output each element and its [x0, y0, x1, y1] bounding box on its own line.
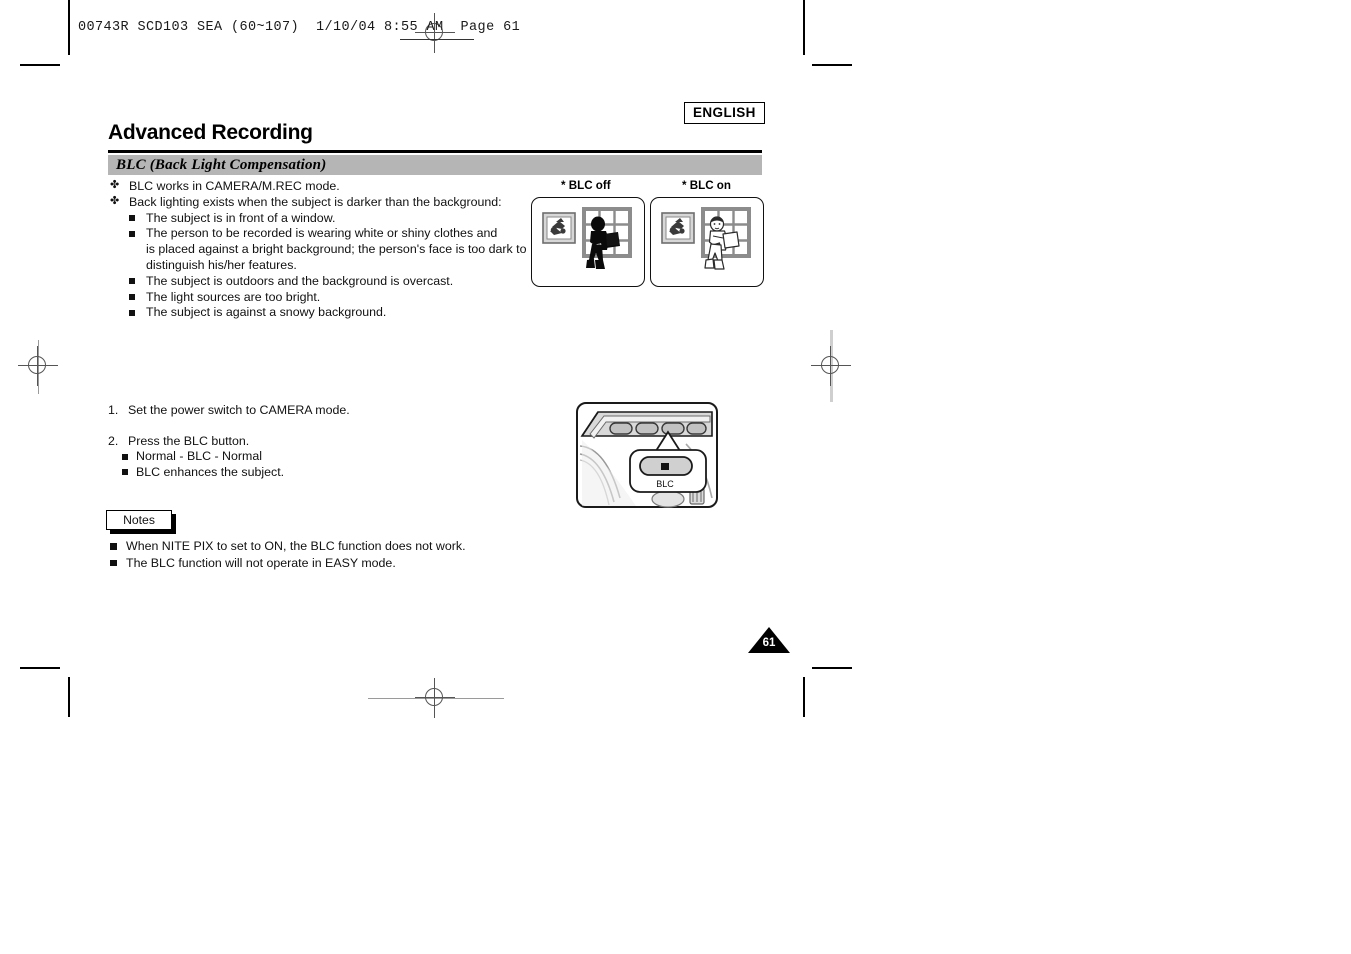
crop-mark-bottom-right-horizontal: [812, 667, 852, 669]
list-item-text: Back lighting exists when the subject is…: [129, 194, 502, 209]
list-item-continuation: is placed against a bright background; t…: [146, 242, 527, 257]
crop-mark-top-left-vertical: [68, 0, 70, 55]
blc-off-caption: * BLC off: [561, 179, 611, 192]
page-title: Advanced Recording: [108, 121, 313, 144]
square-bullet-icon: [129, 309, 135, 316]
section-title: BLC (Back Light Compensation): [116, 157, 327, 173]
notes-list: When NITE PIX to set to ON, the BLC func…: [106, 538, 536, 571]
list-item: The subject is in front of a window.: [108, 211, 538, 227]
list-item: The subject is outdoors and the backgrou…: [108, 274, 538, 290]
clover-bullet-icon: ✤: [110, 194, 120, 207]
list-item-text: BLC enhances the subject.: [136, 464, 285, 479]
registration-mark-left: [18, 346, 58, 386]
page-number-badge: 61: [748, 627, 790, 653]
note-item: The BLC function will not operate in EAS…: [106, 555, 536, 572]
list-item-text: The subject is in front of a window.: [146, 210, 336, 225]
list-item-text: The subject is outdoors and the backgrou…: [146, 273, 454, 288]
square-bullet-icon: [110, 543, 117, 550]
list-item: ✤ Back lighting exists when the subject …: [108, 195, 538, 211]
blc-on-scene-svg: [661, 207, 751, 270]
list-item: ✤ BLC works in CAMERA/M.REC mode.: [108, 179, 538, 195]
step-text: Set the power switch to CAMERA mode.: [128, 403, 350, 417]
section-header-bar: BLC (Back Light Compensation): [108, 155, 762, 175]
blc-off-illustration: [531, 197, 645, 287]
registration-mark-bottom-center: [415, 678, 455, 718]
intro-bullet-list: ✤ BLC works in CAMERA/M.REC mode. ✤ Back…: [108, 179, 538, 321]
list-item: The person to be recorded is wearing whi…: [108, 226, 538, 242]
list-item: The subject is against a snowy backgroun…: [108, 305, 538, 321]
note-item: When NITE PIX to set to ON, the BLC func…: [106, 538, 536, 555]
step-spacer: [108, 418, 528, 433]
note-text: When NITE PIX to set to ON, the BLC func…: [126, 539, 466, 553]
step-number: 2.: [108, 434, 119, 448]
crop-mark-bottom-left-vertical: [68, 677, 70, 717]
step-item: 1. Set the power switch to CAMERA mode.: [108, 402, 528, 418]
blc-on-caption: * BLC on: [682, 179, 731, 192]
square-bullet-icon: [122, 469, 128, 476]
square-bullet-icon: [122, 453, 128, 460]
crop-mark-bottom-right-vertical: [803, 677, 805, 717]
title-divider-rule: [108, 150, 762, 153]
instruction-steps: 1. Set the power switch to CAMERA mode. …: [108, 402, 528, 481]
camera-blc-button-label: BLC: [656, 479, 674, 489]
crop-mark-top-right-vertical: [803, 0, 805, 55]
note-text: The BLC function will not operate in EAS…: [126, 555, 396, 570]
camera-blc-button-diagram: BLC: [576, 402, 718, 508]
square-bullet-icon: [110, 559, 117, 566]
square-bullet-icon: [129, 215, 135, 222]
list-item-text: Normal - BLC - Normal: [136, 449, 262, 463]
blc-off-scene-svg: [542, 207, 632, 269]
clover-bullet-icon: ✤: [110, 179, 120, 191]
list-item: The light sources are too bright.: [108, 290, 538, 306]
notes-label: Notes: [106, 510, 172, 530]
registration-mark-right: [811, 346, 851, 386]
list-item: BLC enhances the subject.: [108, 465, 528, 481]
file-header-text: 00743R SCD103 SEA (60~107) 1/10/04 8:55 …: [78, 20, 521, 35]
camera-diagram-svg: BLC: [576, 402, 718, 508]
crop-mark-bottom-left-horizontal: [20, 667, 60, 669]
list-item-text: The subject is against a snowy backgroun…: [146, 305, 387, 320]
list-item-continuation: distinguish his/her features.: [146, 257, 297, 272]
list-item-text: The person to be recorded is wearing whi…: [146, 226, 498, 241]
list-item-text: BLC works in CAMERA/M.REC mode.: [129, 179, 340, 193]
file-header-rule: [400, 39, 474, 40]
step-number: 1.: [108, 403, 119, 417]
blc-on-illustration: [650, 197, 764, 287]
language-badge: ENGLISH: [684, 102, 765, 124]
step-item: 2. Press the BLC button.: [108, 433, 528, 449]
list-item-text: The light sources are too bright.: [146, 289, 321, 304]
square-bullet-icon: [129, 294, 135, 301]
crop-mark-top-right-horizontal: [812, 64, 852, 66]
square-bullet-icon: [129, 278, 135, 285]
page-number-text: 61: [762, 637, 776, 649]
crop-mark-top-left-horizontal: [20, 64, 60, 66]
square-bullet-icon: [129, 230, 135, 237]
list-item: Normal - BLC - Normal: [108, 449, 528, 465]
step-text: Press the BLC button.: [128, 434, 250, 448]
